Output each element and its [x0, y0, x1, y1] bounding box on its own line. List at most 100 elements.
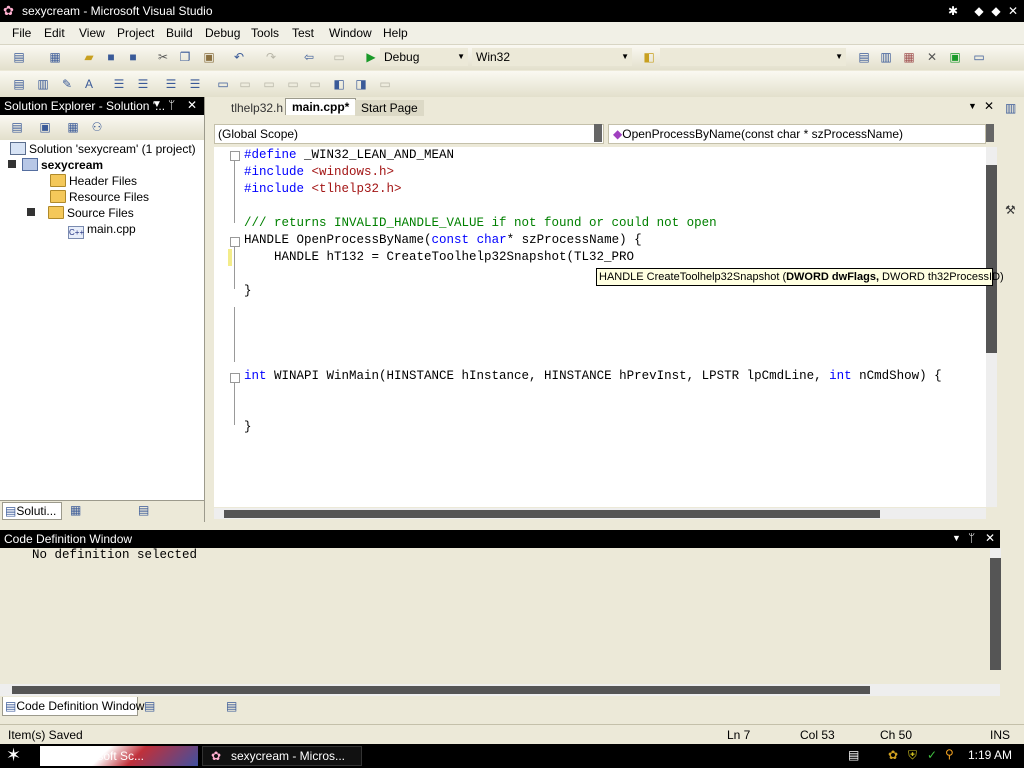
paste-icon[interactable]: ▣: [200, 48, 218, 66]
close-button[interactable]: ✕: [1004, 2, 1022, 20]
class-view-tab-icon[interactable]: ▦: [70, 503, 81, 517]
toolbox-icon[interactable]: ⚒: [1005, 203, 1016, 217]
tree-solution[interactable]: Solution 'sexycream' (1 project): [10, 141, 196, 157]
save-all-icon[interactable]: ■: [124, 48, 142, 66]
chevron-down-icon[interactable]: ▼: [968, 101, 977, 111]
member-dropdown-button[interactable]: [986, 124, 994, 142]
increase-indent-icon[interactable]: ☰: [134, 75, 152, 93]
minimize-button[interactable]: ◆: [970, 2, 988, 20]
expander-icon[interactable]: [8, 160, 16, 168]
save-icon[interactable]: ■: [102, 48, 120, 66]
tree-header-files[interactable]: Header Files: [50, 173, 137, 189]
code-definition-horizontal-scroll-thumb[interactable]: [12, 686, 870, 694]
tree-resource-files[interactable]: Resource Files: [50, 189, 149, 205]
collapse-icon[interactable]: [230, 237, 240, 247]
collapse-icon[interactable]: [230, 151, 240, 161]
display-object-icon[interactable]: ▤: [10, 75, 28, 93]
taskbar-item-2[interactable]: ✿ sexycream - Micros...: [202, 746, 362, 766]
menu-debug[interactable]: Debug: [205, 26, 240, 40]
search-icon[interactable]: ⚲: [945, 747, 954, 761]
close-icon[interactable]: ✕: [984, 99, 994, 113]
toolbox-icon[interactable]: ▦: [900, 48, 918, 66]
prev-document-icon[interactable]: ◧: [330, 75, 348, 93]
start-debug-icon[interactable]: ▶: [362, 48, 380, 66]
new-project-icon[interactable]: ▤: [10, 48, 28, 66]
tray-icon[interactable]: ✿: [888, 748, 898, 762]
close-icon[interactable]: ✕: [187, 98, 197, 112]
copy-icon[interactable]: ❐: [176, 48, 194, 66]
tab-solution-explorer[interactable]: ▤Soluti...: [2, 502, 62, 520]
menu-edit[interactable]: Edit: [44, 26, 65, 40]
platform-dropdown[interactable]: Win32 ▼: [472, 48, 632, 66]
quick-info-icon[interactable]: ✎: [58, 75, 76, 93]
keyboard-icon[interactable]: ▤: [848, 748, 859, 762]
menu-window[interactable]: Window: [329, 26, 372, 40]
collapse-icon[interactable]: [230, 373, 240, 383]
next-document-icon[interactable]: ◨: [352, 75, 370, 93]
find-dropdown[interactable]: ▼: [660, 48, 846, 66]
bookmark-icon[interactable]: ▭: [214, 75, 232, 93]
tab-main-cpp[interactable]: main.cpp*: [285, 98, 357, 115]
shield-icon[interactable]: ⛨: [908, 748, 917, 763]
bookmark-prev-folder-icon[interactable]: ▭: [306, 75, 324, 93]
server-explorer-icon[interactable]: ▥: [1005, 101, 1016, 115]
tree-source-files[interactable]: Source Files: [27, 205, 134, 221]
menu-project[interactable]: Project: [117, 26, 154, 40]
expander-icon[interactable]: [27, 208, 35, 216]
call-browser-tab-icon[interactable]: ▤: [144, 699, 155, 713]
uncomment-icon[interactable]: ☰: [186, 75, 204, 93]
config-dropdown[interactable]: Debug ▼: [380, 48, 468, 66]
menu-file[interactable]: File: [12, 26, 31, 40]
navigate-icon[interactable]: ⇦: [300, 48, 318, 66]
tools-icon[interactable]: ✕: [923, 48, 941, 66]
tab-code-definition-window[interactable]: ▤Code Definition Window: [2, 697, 144, 716]
scope-dropdown[interactable]: (Global Scope): [214, 124, 604, 144]
comment-icon[interactable]: ☰: [162, 75, 180, 93]
editor-horizontal-scroll-thumb[interactable]: [224, 510, 880, 518]
close-icon[interactable]: ✕: [985, 531, 995, 545]
menu-build[interactable]: Build: [166, 26, 193, 40]
start-page-icon[interactable]: ▣: [946, 48, 964, 66]
solution-explorer-icon[interactable]: ▤: [855, 48, 873, 66]
prev-bookmark-icon[interactable]: ▭: [236, 75, 254, 93]
tab-start-page[interactable]: Start Page: [355, 100, 424, 116]
pin-icon[interactable]: ✱: [944, 2, 962, 20]
chevron-down-icon[interactable]: ▼: [152, 99, 162, 110]
pin-icon[interactable]: ᛘ: [968, 531, 975, 545]
undo-icon[interactable]: ↶: [230, 48, 248, 66]
output-tab-icon[interactable]: ▤: [226, 699, 237, 713]
find-in-files-icon[interactable]: ◧: [640, 48, 658, 66]
add-item-icon[interactable]: ▦: [46, 48, 64, 66]
tree-project[interactable]: sexycream: [8, 157, 103, 173]
menu-view[interactable]: View: [79, 26, 105, 40]
start-button[interactable]: ✶: [6, 745, 21, 766]
properties-icon[interactable]: ▥: [877, 48, 895, 66]
complete-word-icon[interactable]: A: [80, 75, 98, 93]
next-bookmark-icon[interactable]: ▭: [260, 75, 278, 93]
scope-dropdown-button[interactable]: [594, 124, 602, 142]
redo-icon[interactable]: ↷: [262, 48, 280, 66]
code-editor[interactable]: #define _WIN32_LEAN_AND_MEAN #include <w…: [214, 147, 986, 507]
tree-main-cpp[interactable]: C++ main.cpp: [68, 221, 136, 239]
editor-vertical-scroll-thumb[interactable]: [986, 165, 997, 353]
window-icon[interactable]: ▭: [970, 48, 988, 66]
maximize-button[interactable]: ◆: [987, 2, 1005, 20]
menu-test[interactable]: Test: [292, 26, 314, 40]
taskbar-item-1[interactable]: Microsoft Sc...: [40, 746, 198, 766]
refresh-icon[interactable]: ▦: [64, 118, 82, 136]
nav-forward-icon[interactable]: ▭: [330, 48, 348, 66]
menu-help[interactable]: Help: [383, 26, 408, 40]
chevron-down-icon[interactable]: ▼: [952, 533, 961, 543]
class-diagram-icon[interactable]: ⚇: [88, 118, 106, 136]
member-dropdown[interactable]: ◆OpenProcessByName(const char * szProces…: [608, 124, 986, 144]
bookmark-folder-icon[interactable]: ▭: [284, 75, 302, 93]
parameter-info-icon[interactable]: ▥: [34, 75, 52, 93]
menu-tools[interactable]: Tools: [251, 26, 279, 40]
property-manager-tab-icon[interactable]: ▤: [138, 503, 149, 517]
tab-tlhelp32[interactable]: tlhelp32.h: [225, 100, 289, 116]
cut-icon[interactable]: ✂: [154, 48, 172, 66]
decrease-indent-icon[interactable]: ☰: [110, 75, 128, 93]
properties-icon[interactable]: ▤: [8, 118, 26, 136]
show-all-files-icon[interactable]: ▣: [36, 118, 54, 136]
network-icon[interactable]: ✓: [927, 748, 937, 762]
